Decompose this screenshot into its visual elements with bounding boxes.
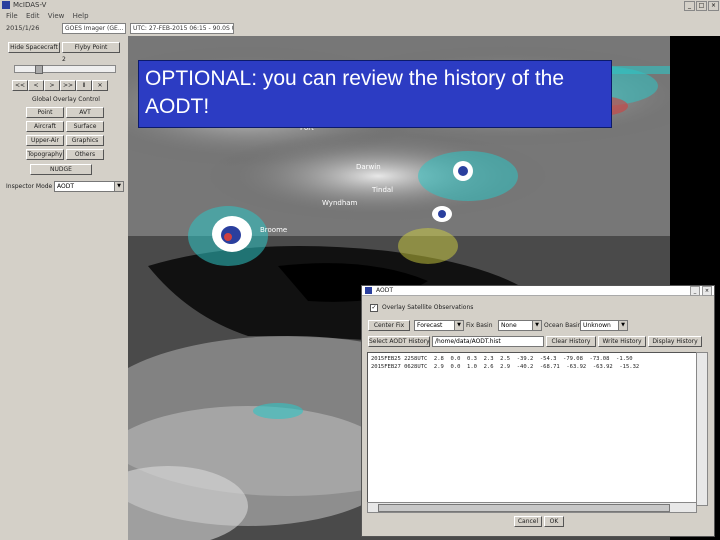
annotation-text: OPTIONAL: you can review the history of …: [145, 67, 565, 118]
ok-button[interactable]: OK: [544, 516, 564, 527]
maximize-icon[interactable]: □: [696, 1, 707, 11]
cancel-button[interactable]: Cancel: [514, 516, 542, 527]
display-history-button[interactable]: Display History: [648, 336, 702, 347]
overlay-topography-button[interactable]: Topography: [26, 149, 64, 160]
window-titlebar: McIDAS-V _ □ ×: [0, 0, 720, 11]
window-title: McIDAS-V: [13, 1, 47, 9]
center-fix-button[interactable]: Center Fix: [368, 320, 410, 331]
dialog-close-icon[interactable]: ×: [702, 286, 712, 296]
chevron-down-icon[interactable]: ▼: [618, 321, 627, 330]
chevron-down-icon[interactable]: ▼: [454, 321, 463, 330]
overlay-surface-button[interactable]: Surface: [66, 121, 104, 132]
ocean-basin-label: Ocean Basin: [544, 322, 582, 329]
left-control-panel: Hide Spacecraft Flyby Point 2 << < > >> …: [0, 36, 128, 540]
overlay-upper-air-button[interactable]: Upper-Air: [26, 135, 64, 146]
menu-edit[interactable]: Edit: [26, 11, 40, 22]
inspector-mode-label: Inspector Mode: [6, 183, 53, 190]
map-label-broome: Broome: [260, 226, 288, 234]
fix-basin-label: Fix Basin: [466, 322, 493, 329]
map-label-darwin: Darwin: [356, 163, 381, 171]
hide-spacecraft-button[interactable]: Hide Spacecraft: [8, 42, 60, 53]
minimize-icon[interactable]: _: [684, 1, 695, 11]
aodt-dialog: AODT _ × ✓ Overlay Satellite Observation…: [361, 285, 715, 537]
vertical-scrollbar[interactable]: [696, 352, 708, 506]
first-frame-button[interactable]: <<: [12, 80, 28, 91]
dialog-titlebar: AODT _ ×: [362, 286, 714, 296]
menu-help[interactable]: Help: [73, 11, 89, 22]
fix-basin-select[interactable]: None ▼: [498, 320, 542, 331]
inspector-mode-select[interactable]: AODT ▼: [54, 181, 124, 192]
menubar: File Edit View Help: [0, 11, 720, 22]
image-date-label: 2015/1/26: [6, 24, 40, 32]
ocean-basin-select[interactable]: Unknown ▼: [580, 320, 628, 331]
scroll-thumb[interactable]: [378, 504, 670, 512]
history-line: 2015FEB25 2258UTC 2.8 0.0 0.3 2.3 2.5 -3…: [371, 356, 633, 362]
stop-button[interactable]: ✕: [92, 80, 108, 91]
flyby-point-button[interactable]: Flyby Point: [62, 42, 120, 53]
overlay-point-button[interactable]: Point: [26, 107, 64, 118]
annotation-callout: OPTIONAL: you can review the history of …: [138, 60, 612, 128]
overlay-aircraft-button[interactable]: Aircraft: [26, 121, 64, 132]
overlay-observations-label: Overlay Satellite Observations: [382, 304, 474, 311]
pause-button[interactable]: Ⅱ: [76, 80, 92, 91]
overlay-avt-button[interactable]: AVT: [66, 107, 104, 118]
fix-basin-value: None: [501, 322, 517, 329]
dialog-minimize-icon[interactable]: _: [690, 286, 700, 296]
global-overlay-title: Global Overlay Control: [32, 96, 100, 103]
coordinate-readout: UTC: 27-FEB-2015 06:15 - 90.0S 0.0E: [130, 23, 234, 34]
write-history-button[interactable]: Write History: [598, 336, 646, 347]
history-file-field[interactable]: /home/data/AODT.hist: [432, 336, 544, 347]
history-file-value: /home/data/AODT.hist: [435, 338, 501, 345]
dialog-title: AODT: [376, 287, 394, 294]
toolbar: 2015/1/26 GOES Imager (GE... UTC: 27-FEB…: [0, 22, 720, 34]
dialog-app-icon: [365, 287, 372, 294]
overlay-others-button[interactable]: Others: [66, 149, 104, 160]
clear-history-button[interactable]: Clear History: [546, 336, 596, 347]
history-output-text[interactable]: 2015FEB25 2258UTC 2.8 0.0 0.3 2.3 2.5 -3…: [367, 352, 697, 506]
band-field[interactable]: GOES Imager (GE...: [62, 23, 126, 34]
nudge-button[interactable]: NUDGE: [30, 164, 92, 175]
frame-number: 2: [62, 56, 66, 63]
menu-view[interactable]: View: [48, 11, 65, 22]
frame-slider[interactable]: [14, 65, 116, 74]
app-icon: [2, 1, 10, 9]
menu-file[interactable]: File: [6, 11, 18, 22]
slider-thumb[interactable]: [35, 65, 43, 74]
next-frame-button[interactable]: >: [44, 80, 60, 91]
chevron-down-icon[interactable]: ▼: [114, 182, 123, 191]
map-label-wyndham: Wyndham: [322, 199, 358, 207]
center-fix-select[interactable]: Forecast ▼: [414, 320, 464, 331]
center-fix-value: Forecast: [417, 322, 443, 329]
history-line: 2015FEB27 0628UTC 2.9 0.0 1.0 2.6 2.9 -4…: [371, 364, 640, 370]
map-label-tindal: Tindal: [372, 186, 394, 194]
overlay-graphics-button[interactable]: Graphics: [66, 135, 104, 146]
select-history-file-button[interactable]: Select AODT History File: [368, 336, 430, 347]
horizontal-scrollbar[interactable]: [367, 502, 697, 513]
cyclone-marker: [212, 216, 252, 252]
chevron-down-icon[interactable]: ▼: [532, 321, 541, 330]
last-frame-button[interactable]: >>: [60, 80, 76, 91]
close-icon[interactable]: ×: [708, 1, 719, 11]
prev-frame-button[interactable]: <: [28, 80, 44, 91]
ocean-basin-value: Unknown: [583, 322, 611, 329]
inspector-mode-value: AODT: [57, 183, 75, 190]
overlay-observations-checkbox[interactable]: ✓: [370, 304, 378, 312]
